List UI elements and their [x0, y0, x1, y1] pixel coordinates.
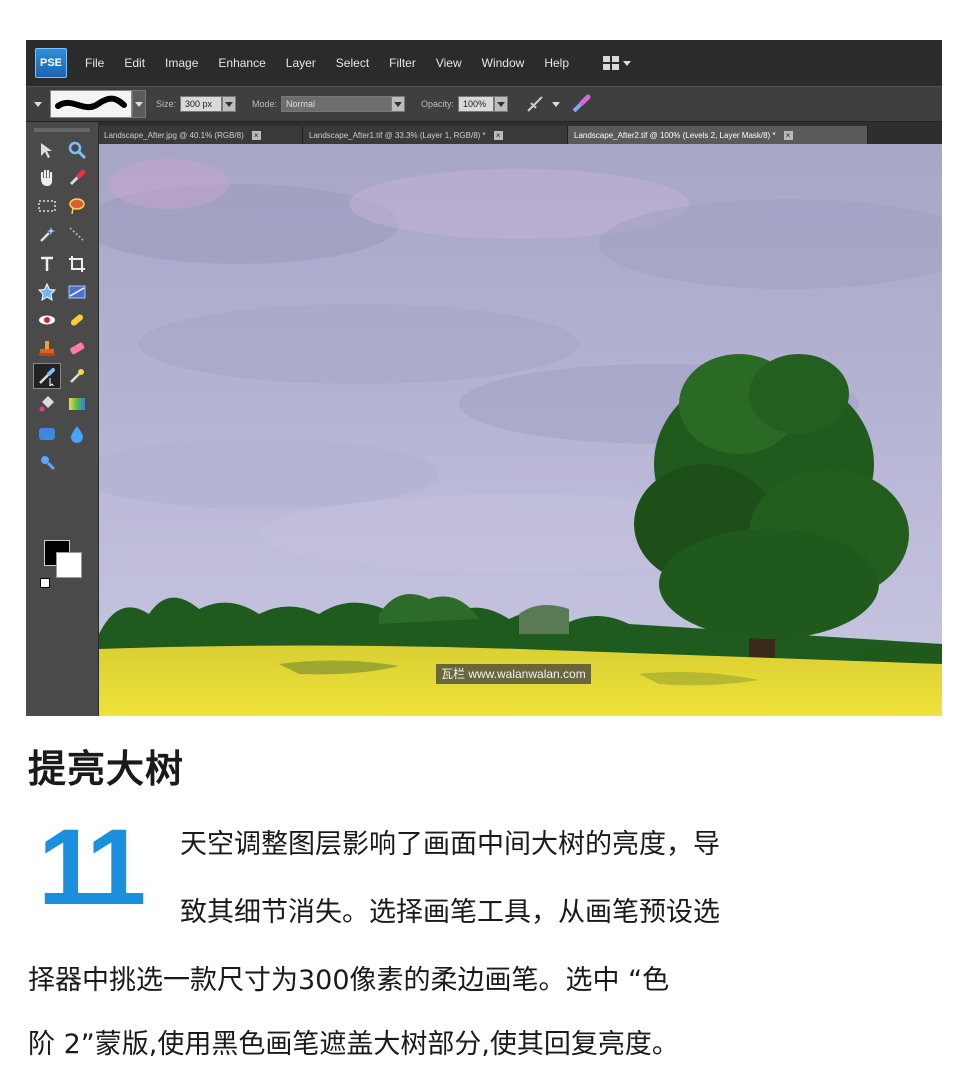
eyedropper-tool-icon[interactable] — [64, 166, 90, 190]
menu-layer[interactable]: Layer — [286, 56, 316, 70]
document-canvas[interactable]: 瓦栏 www.walanwalan.com — [99, 144, 942, 716]
brush-stroke-icon — [55, 95, 127, 111]
menu-image[interactable]: Image — [165, 56, 198, 70]
toolbox — [26, 122, 99, 716]
type-tool-icon[interactable] — [34, 252, 60, 276]
size-slider-toggle[interactable] — [222, 96, 237, 112]
chevron-down-icon — [135, 101, 143, 107]
smart-brush-tool-icon[interactable] — [64, 364, 90, 388]
opacity-label: Opacity: — [421, 99, 455, 109]
menu-help[interactable]: Help — [544, 56, 569, 70]
cookie-cutter-tool-icon[interactable] — [34, 280, 60, 304]
gradient-tool-icon[interactable] — [64, 392, 90, 416]
article-line: 择器中挑选一款尺寸为300像素的柔边画笔。选中 “色 — [28, 965, 670, 996]
airbrush-icon[interactable] — [524, 93, 546, 115]
tab-landscape-after-jpg[interactable]: Landscape_After.jpg @ 40.1% (RGB/8) × — [98, 126, 303, 144]
brush-options-chevron-icon[interactable] — [552, 101, 561, 107]
crop-tool-icon[interactable] — [64, 252, 90, 276]
red-eye-tool-icon[interactable] — [34, 308, 60, 332]
chevron-down-icon — [623, 60, 631, 66]
article-headline: 提亮大树 — [28, 747, 185, 791]
article-line: 阶 2”蒙版,使用黑色画笔遮盖大树部分,使其回复亮度。 — [28, 1029, 679, 1060]
opacity-slider-toggle[interactable] — [494, 96, 509, 112]
paint-bucket-tool-icon[interactable] — [34, 392, 60, 416]
menu-bar: PSE File Edit Image Enhance Layer Select… — [26, 40, 942, 86]
lasso-tool-icon[interactable] — [64, 194, 90, 218]
size-input[interactable]: 300 px — [180, 96, 223, 112]
tab-label: Landscape_After2.tif @ 100% (Levels 2, L… — [574, 130, 776, 140]
blur-tool-icon[interactable] — [64, 422, 90, 446]
background-color-swatch[interactable] — [56, 552, 82, 578]
mode-select[interactable]: Normal — [281, 96, 392, 112]
brush-tool-icon[interactable] — [33, 363, 61, 389]
menu-filter[interactable]: Filter — [389, 56, 416, 70]
chevron-down-icon — [225, 101, 234, 107]
watermark: 瓦栏 www.walanwalan.com — [436, 664, 591, 684]
article-line: 天空调整图层影响了画面中间大树的亮度，导 — [180, 829, 720, 860]
tab-label: Landscape_After.jpg @ 40.1% (RGB/8) — [104, 130, 244, 140]
step-number: 11 — [38, 806, 146, 927]
menu-enhance[interactable]: Enhance — [218, 56, 265, 70]
menu-file[interactable]: File — [85, 56, 104, 70]
mode-label: Mode: — [252, 99, 278, 109]
tool-preset-chevron-icon[interactable] — [34, 101, 42, 107]
shape-tool-icon[interactable] — [34, 422, 60, 446]
tab-label: Landscape_After1.tif @ 33.3% (Layer 1, R… — [309, 130, 486, 140]
toolbox-grip[interactable] — [34, 128, 90, 132]
app-logo: PSE — [35, 48, 67, 78]
tab-landscape-after2-tif[interactable]: Landscape_After2.tif @ 100% (Levels 2, L… — [568, 126, 868, 144]
opacity-input[interactable]: 100% — [458, 96, 495, 112]
selection-brush-tool-icon[interactable] — [64, 222, 90, 246]
magic-wand-tool-icon[interactable] — [34, 222, 60, 246]
menu-edit[interactable]: Edit — [124, 56, 145, 70]
mode-dropdown[interactable] — [391, 96, 406, 112]
menu-select[interactable]: Select — [336, 56, 369, 70]
close-icon[interactable]: × — [493, 130, 503, 140]
chevron-down-icon — [497, 101, 506, 107]
menu-view[interactable]: View — [436, 56, 462, 70]
close-icon[interactable]: × — [251, 130, 261, 140]
sponge-tool-icon[interactable] — [34, 450, 60, 474]
landscape-photo — [99, 144, 942, 716]
menu-window[interactable]: Window — [482, 56, 525, 70]
zoom-tool-icon[interactable] — [64, 138, 90, 162]
clone-stamp-tool-icon[interactable] — [34, 336, 60, 360]
tablet-settings-icon[interactable] — [570, 93, 592, 115]
tool-options-bar: Size: 300 px Mode: Normal Opacity: 100% — [26, 86, 942, 122]
tab-landscape-after1-tif[interactable]: Landscape_After1.tif @ 33.3% (Layer 1, R… — [303, 126, 568, 144]
default-colors-icon[interactable] — [40, 578, 50, 588]
marquee-tool-icon[interactable] — [34, 194, 60, 218]
straighten-tool-icon[interactable] — [64, 280, 90, 304]
photoshop-elements-window: PSE File Edit Image Enhance Layer Select… — [26, 40, 942, 716]
eraser-tool-icon[interactable] — [64, 336, 90, 360]
brush-preset-picker[interactable] — [50, 90, 132, 118]
size-label: Size: — [156, 99, 177, 109]
workspace-menu-button[interactable] — [603, 56, 631, 70]
brush-preset-dropdown[interactable] — [132, 90, 146, 118]
move-tool-icon[interactable] — [34, 138, 60, 162]
spot-healing-tool-icon[interactable] — [64, 308, 90, 332]
hand-tool-icon[interactable] — [34, 166, 60, 190]
layout-grid-icon — [603, 56, 619, 70]
article-line: 致其细节消失。选择画笔工具，从画笔预设选 — [180, 897, 720, 928]
close-icon[interactable]: × — [783, 130, 793, 140]
document-tabs: Landscape_After.jpg @ 40.1% (RGB/8) × La… — [98, 122, 942, 144]
chevron-down-icon — [394, 101, 403, 107]
